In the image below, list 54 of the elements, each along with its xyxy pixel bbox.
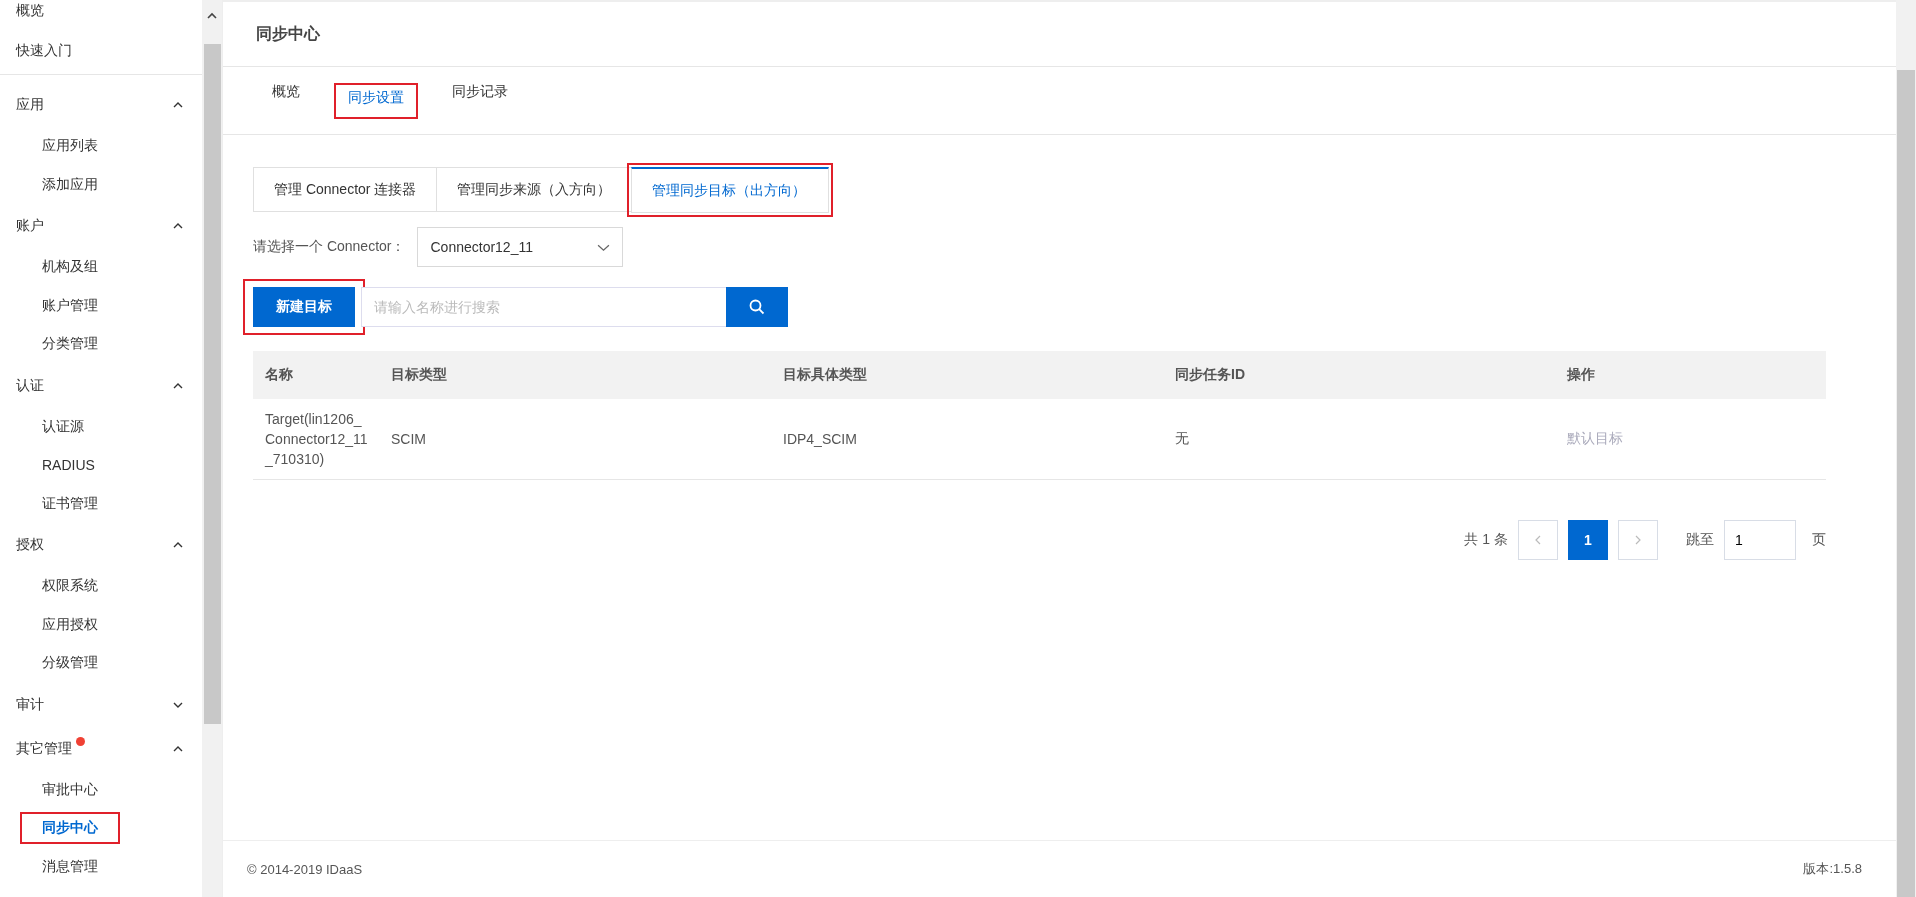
sidebar-item[interactable]: 同步中心 (20, 812, 120, 845)
sidebar-group[interactable]: 其它管理 (0, 726, 202, 771)
column-header: 目标类型 (390, 366, 448, 384)
tab[interactable]: 管理同步来源（入方向） (436, 167, 633, 212)
sidebar-group[interactable]: 授权 (0, 523, 202, 567)
total-count: 共 1 条 (1464, 531, 1508, 549)
sidebar-group[interactable]: 认证 (0, 363, 202, 408)
sidebar-item[interactable]: 账户管理 (20, 289, 120, 322)
column-header: 同步任务ID (1174, 366, 1246, 384)
table-cell-text: IDP4_SCIM (782, 431, 858, 447)
new-target-button[interactable]: 新建目标 (253, 287, 355, 327)
sidebar-item[interactable]: 权限系统 (20, 570, 120, 603)
scrollbar[interactable] (1896, 0, 1916, 897)
sidebar-group[interactable]: 审计 (0, 682, 202, 727)
tab[interactable]: 同步记录 (438, 83, 522, 121)
sidebar-item[interactable]: 认证源 (20, 410, 106, 443)
column-header: 操作 (1566, 366, 1596, 384)
page-input[interactable]: 1 (1724, 520, 1796, 560)
field-label: 请选择一个 Connector： (253, 238, 406, 256)
tab[interactable]: 同步设置 (334, 83, 418, 119)
column-header: 目标具体类型 (782, 366, 868, 384)
search-field[interactable]: 请输入名称进行搜索 (361, 287, 726, 327)
tab[interactable]: 概览 (258, 83, 314, 121)
scrollbar[interactable] (202, 0, 222, 897)
previous-page-button[interactable] (1518, 520, 1558, 560)
page-title: 同步中心 (256, 23, 320, 44)
sidebar-group[interactable]: 应用 (0, 83, 202, 127)
next-page-button[interactable] (1618, 520, 1658, 560)
page-button[interactable]: 1 (1568, 520, 1608, 560)
connector-select[interactable]: Connector12_11 (417, 227, 624, 267)
table-cell-text: 无 (1174, 430, 1190, 448)
sidebar-group[interactable]: 账户 (0, 204, 202, 248)
version-text: 版本:1.5.8 (1803, 860, 1862, 878)
sidebar-item[interactable]: 概览 (0, 0, 202, 30)
jump-label: 跳至 (1686, 531, 1714, 549)
copyright-text: © 2014-2019 IDaaS (247, 861, 363, 877)
sidebar-item[interactable]: 审批中心 (20, 773, 120, 806)
sidebar-item[interactable]: 机构及组 (20, 251, 120, 284)
search-icon (749, 299, 765, 315)
sidebar-item[interactable]: 应用授权 (20, 608, 120, 641)
table-cell-text: Target(lin1206_Connector12_11_710310) (263, 410, 369, 469)
sidebar-item[interactable]: 快速入门 (0, 30, 202, 70)
table-cell-text: SCIM (390, 431, 427, 447)
sidebar-item[interactable]: 添加应用 (20, 168, 120, 201)
sidebar-item[interactable]: 消息管理 (20, 850, 120, 883)
search-button[interactable] (726, 287, 788, 327)
column-header: 名称 (264, 366, 294, 384)
sidebar-item[interactable]: 分级管理 (20, 647, 120, 680)
sidebar-item[interactable]: 分类管理 (20, 328, 120, 361)
tab[interactable]: 管理 Connector 连接器 (253, 167, 438, 212)
sidebar-item[interactable]: RADIUS (20, 450, 117, 481)
page-unit: 页 (1812, 531, 1826, 549)
sidebar-item[interactable]: 应用列表 (20, 130, 120, 163)
sidebar-item[interactable]: 证书管理 (20, 487, 120, 520)
